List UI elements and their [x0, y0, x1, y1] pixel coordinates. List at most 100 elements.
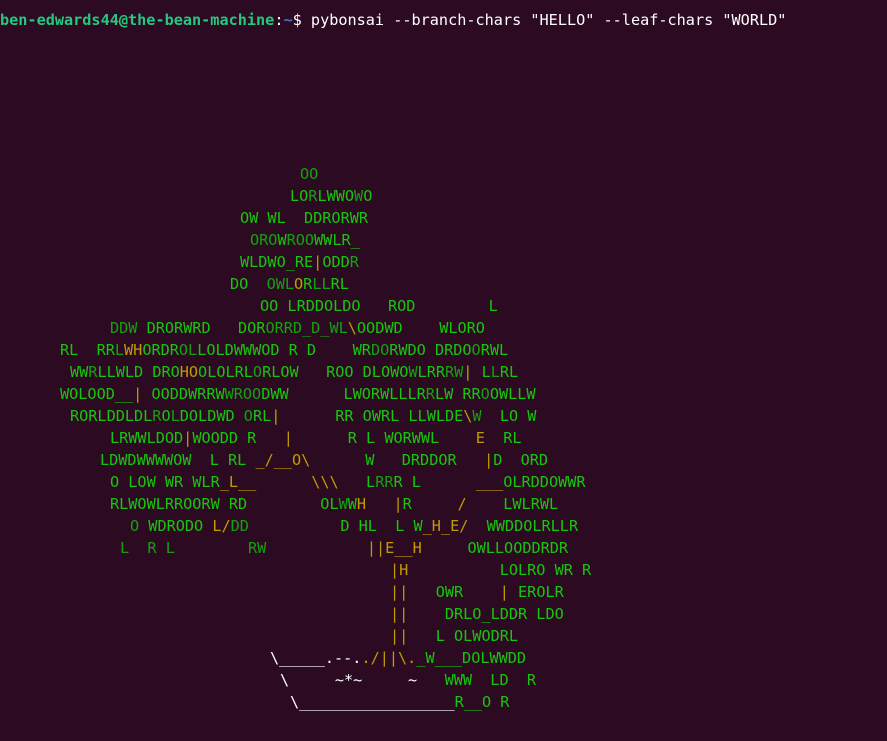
tree-segment: | [393, 495, 403, 513]
tree-line: \_____.--../||\._W___DOLWWDD [270, 647, 526, 669]
tree-segment: | [283, 429, 293, 447]
tree-segment: E [475, 429, 485, 447]
tree-line: OO LRDDOLDO ROD L [260, 295, 498, 317]
tree-segment: RWL [480, 341, 509, 359]
tree-segment: L [170, 407, 180, 425]
tree-segment: ODD [322, 253, 350, 271]
prompt-command: pybonsai --branch-chars "HELLO" --leaf-c… [310, 11, 787, 29]
tree-line: RORLDDLDLROLDOLDWD ORL| RR OWRL LLWLDE\W… [70, 405, 536, 427]
tree-segment: OLRDDOWWR [503, 473, 586, 491]
tree-segment: RL [252, 407, 272, 425]
tree-segment: OL [178, 341, 198, 359]
tree-segment: \_________________ [290, 693, 455, 711]
tree-line: LRWWLDOD|WOODD R | R L WORWWL E RL [110, 427, 522, 449]
tree-segment: WOODD R [192, 429, 284, 447]
tree-segment: LL [312, 275, 331, 293]
tree-segment: R [349, 253, 359, 271]
tree-line: |H LOLRO WR R [390, 559, 591, 581]
tree-segment: R [402, 495, 458, 513]
tree-segment: || [390, 605, 409, 623]
tree-segment: R L WORWWL [292, 429, 476, 447]
tree-segment: \\\ [311, 473, 339, 491]
tree-segment: ORO [250, 231, 278, 249]
tree-segment: LRR [417, 363, 445, 381]
tree-segment: DOLDWD [179, 407, 244, 425]
tree-segment: | [133, 385, 143, 403]
tree-line: || DRLO_LDDR LDO [390, 603, 564, 625]
tree-segment: L [490, 363, 500, 381]
tree-segment: RR OWRL LLWLDE [280, 407, 464, 425]
tree-segment: DRORWRD DOR [146, 319, 266, 337]
tree-segment: R L [393, 473, 476, 491]
tree-segment: RW [444, 363, 464, 381]
tree-segment: L [472, 363, 491, 381]
tree-segment: D HL L W [248, 517, 423, 535]
tree-segment: W [472, 407, 482, 425]
tree-segment: HO [179, 363, 199, 381]
tree-segment: WROO [224, 385, 262, 403]
tree-segment: L/ [212, 517, 231, 535]
tree-segment: ||E__H [366, 539, 422, 557]
tree-line: \_________________R__O R [290, 691, 509, 713]
tree-line: OW WL DDRORWR [240, 207, 368, 229]
tree-segment: LRWWLDOD [110, 429, 184, 447]
tree-segment: OO [300, 165, 319, 183]
tree-segment: RORLDDLDL [70, 407, 153, 425]
tree-segment: H [356, 495, 367, 513]
tree-line: DDW DRORWRD DORORRD_D_WL\OODWD WLORO [110, 317, 485, 339]
tree-segment [256, 473, 311, 491]
tree-segment: LLWLD DRO [97, 363, 180, 381]
tree-segment: O [363, 187, 373, 205]
tree-segment: ___ [475, 473, 504, 491]
tree-segment: ROO [286, 231, 315, 249]
tree-segment: W [347, 495, 357, 513]
tree-segment: W [277, 231, 287, 249]
prompt-user-host: ben-edwards44@the-bean-machine [0, 11, 275, 29]
terminal-window[interactable]: ben-edwards44@the-bean-machine:~$ pybons… [0, 0, 887, 741]
tree-segment: WDRODO [148, 517, 213, 535]
tree-segment: L R L RW [120, 539, 367, 557]
tree-line: DO OWLORLLRL [230, 273, 349, 295]
tree-segment: LWWO [317, 187, 355, 205]
tree-segment: _H_E/ [422, 517, 469, 535]
tree-segment: L [114, 341, 125, 359]
tree-segment: DWW LWORWLLLR [261, 385, 426, 403]
tree-segment: O [480, 385, 490, 403]
tree-line: WWRLLWLD DROHOOLOLRLORLOW ROO DLOWOWLRRR… [70, 361, 518, 383]
tree-segment: | [313, 253, 323, 271]
tree-segment: OODDWRRW [142, 385, 225, 403]
tree-segment: O [161, 407, 171, 425]
tree-segment: O [252, 363, 263, 381]
tree-segment: RWDO DRDO [389, 341, 472, 359]
tree-segment: WWLR_ [314, 231, 360, 249]
tree-segment: | [484, 451, 494, 469]
tree-segment: W DRDDOR [310, 451, 485, 469]
tree-segment: ORDR [142, 341, 179, 359]
tree-segment: \ [347, 319, 357, 337]
tree-segment: OW WL DDRORWR [240, 209, 369, 227]
tree-segment: DO [230, 275, 249, 293]
tree-segment: LOLDWWWOD R D WR [197, 341, 371, 359]
tree-segment: LO [290, 187, 309, 205]
tree-line: || OWR | EROLR [390, 581, 564, 603]
tree-segment: OODWD WLORO [356, 319, 485, 337]
tree-line: OROWROOWWLR_ [250, 229, 360, 251]
tree-line: WLDWO_RE|ODDR [240, 251, 359, 273]
tree-segment: EROLR [508, 583, 564, 601]
tree-segment: O [130, 517, 149, 535]
tree-segment: RR [375, 473, 394, 491]
tree-segment: DD [230, 517, 249, 535]
tree-line: \ ~*~ ~ WWW LD R [280, 669, 536, 691]
tree-segment: / [457, 495, 467, 513]
tree-segment: WWDDOLRLLR [468, 517, 579, 535]
tree-line: LDWDWWWWOW L RL _/__O\ W DRDDOR |D ORD [100, 449, 548, 471]
tree-segment: O [294, 275, 304, 293]
tree-segment: || [390, 583, 409, 601]
tree-line: O LOW WR WLR_L__ \\\ LRRR L ___OLRDDOWWR [110, 471, 586, 493]
tree-segment: R [425, 385, 435, 403]
tree-line: L R L RW ||E__H OWLLOODDRDR [120, 537, 568, 559]
tree-segment: || [390, 627, 409, 645]
tree-segment: OWR [408, 583, 500, 601]
tree-line: O WDRODO L/DD D HL L W_H_E/ WWDDOLRLLR [130, 515, 578, 537]
tree-segment: WW [70, 363, 89, 381]
